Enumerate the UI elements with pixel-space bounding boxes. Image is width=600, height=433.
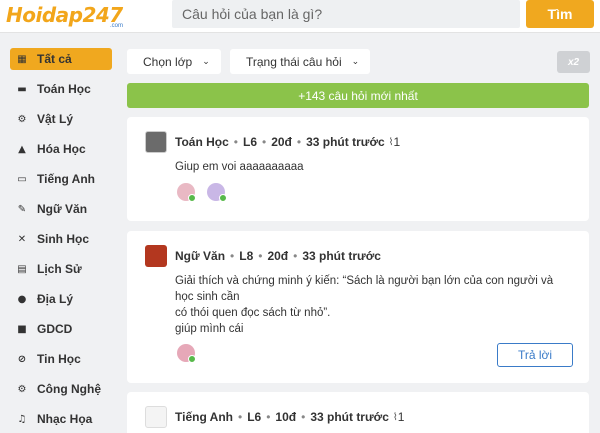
question-time: 33 phút trước xyxy=(306,135,385,149)
sidebar-item-label: Công Nghệ xyxy=(37,382,101,396)
sidebar-item-label: GDCD xyxy=(37,322,73,336)
sidebar-item-informatics[interactable]: ⊘ Tin Học xyxy=(10,348,112,370)
sidebar-item-technology[interactable]: ⚙ Công Nghệ xyxy=(10,378,112,400)
technology-icon: ⚙ xyxy=(17,383,27,395)
dna-icon: ✕ xyxy=(17,233,27,245)
sidebar-item-civics[interactable]: ■ GDCD xyxy=(10,318,112,340)
sidebar-item-physics[interactable]: ⚙ Vật Lý xyxy=(10,108,112,130)
sidebar-item-geography[interactable]: ● Địa Lý xyxy=(10,288,112,310)
history-icon: ▤ xyxy=(17,263,27,275)
class-filter-dropdown[interactable]: Chọn lớp ⌄ xyxy=(127,49,221,74)
question-grade: L6 xyxy=(242,135,257,149)
question-grade: L8 xyxy=(239,249,254,263)
sidebar-item-label: Lịch Sử xyxy=(37,262,82,276)
sidebar-item-label: Ngữ Văn xyxy=(37,202,88,216)
computer-icon: ⊘ xyxy=(17,353,27,365)
chevron-down-icon: ⌄ xyxy=(202,56,210,67)
sidebar-item-label: Nhạc Họa xyxy=(37,412,93,426)
avatar[interactable] xyxy=(145,406,167,428)
globe-icon: ● xyxy=(17,293,27,305)
english-icon: ▭ xyxy=(17,173,27,185)
sidebar-item-history[interactable]: ▤ Lịch Sử xyxy=(10,258,112,280)
sidebar-item-label: Tin Học xyxy=(37,352,81,366)
site-logo[interactable]: Hoidap247 .com xyxy=(6,2,123,32)
question-text: Giải thích và chứng minh ý kiến: “Sách l… xyxy=(175,275,554,335)
sidebar-item-label: Tất cả xyxy=(37,52,72,66)
question-subject[interactable]: Tiếng Anh xyxy=(175,410,233,424)
question-time: 33 phút trước xyxy=(302,249,381,263)
question-header: Toán Học • L6 • 20đ • 33 phút trước ⌇ 1 xyxy=(145,131,400,153)
literature-icon: ✎ xyxy=(17,203,27,215)
sidebar-item-math[interactable]: ▬ Toán Học xyxy=(10,78,112,100)
check-icon xyxy=(188,194,196,202)
sidebar-item-biology[interactable]: ✕ Sinh Học xyxy=(10,228,112,250)
question-subject[interactable]: Toán Học xyxy=(175,135,229,149)
chevron-down-icon: ⌄ xyxy=(351,56,360,67)
question-card[interactable]: Toán Học • L6 • 20đ • 33 phút trước ⌇ 1 … xyxy=(127,117,589,221)
attachment-count: 1 xyxy=(397,410,405,424)
sidebar-item-label: Vật Lý xyxy=(37,112,74,126)
chemistry-icon: ▲ xyxy=(18,143,26,155)
sidebar-item-chemistry[interactable]: ▲ Hóa Học xyxy=(10,138,112,160)
search-box xyxy=(172,0,520,28)
civics-icon: ■ xyxy=(17,323,27,335)
question-time: 33 phút trước xyxy=(310,410,389,424)
question-grade: L6 xyxy=(247,410,262,424)
question-header: Ngữ Văn • L8 • 20đ • 33 phút trước xyxy=(145,245,381,267)
sidebar-item-label: Sinh Học xyxy=(37,232,90,246)
music-icon: ♫ xyxy=(17,413,27,425)
sidebar-item-label: Tiếng Anh xyxy=(37,172,95,186)
check-icon xyxy=(188,355,196,363)
new-questions-banner[interactable]: +143 câu hỏi mới nhất xyxy=(127,83,589,108)
search-input[interactable] xyxy=(172,0,520,28)
status-filter-dropdown[interactable]: Trạng thái câu hỏi ⌄ xyxy=(230,49,370,74)
check-icon xyxy=(219,194,227,202)
question-points: 20đ xyxy=(271,135,292,149)
sidebar-item-music[interactable]: ♫ Nhạc Họa xyxy=(10,408,112,430)
reply-button[interactable]: Trả lời xyxy=(497,343,573,367)
avatar[interactable] xyxy=(145,245,167,267)
x2-button[interactable]: x2 xyxy=(557,51,590,73)
attachment-count: 1 xyxy=(393,135,401,149)
sidebar-item-all[interactable]: ▦ Tất cả xyxy=(10,48,112,70)
search-button[interactable]: Tìm xyxy=(526,0,594,28)
avatar[interactable] xyxy=(145,131,167,153)
question-points: 20đ xyxy=(267,249,289,263)
subject-sidebar: ▦ Tất cả ▬ Toán Học ⚙ Vật Lý ▲ Hóa Học ▭… xyxy=(10,48,112,433)
grid-icon: ▦ xyxy=(17,53,27,65)
math-icon: ▬ xyxy=(17,83,27,95)
logo-domain: .com xyxy=(110,23,124,29)
sidebar-item-literature[interactable]: ✎ Ngữ Văn xyxy=(10,198,112,220)
question-card[interactable]: Tiếng Anh • L6 • 10đ • 33 phút trước ⌇ 1 xyxy=(127,392,589,433)
sidebar-item-label: Địa Lý xyxy=(37,292,74,306)
top-header: Hoidap247 .com Tìm xyxy=(0,0,600,33)
question-text: Giup em voi aaaaaaaaaa xyxy=(175,161,304,173)
question-header: Tiếng Anh • L6 • 10đ • 33 phút trước ⌇ 1 xyxy=(145,406,404,428)
class-filter-label: Chọn lớp xyxy=(143,54,193,69)
question-points: 10đ xyxy=(275,410,297,424)
physics-icon: ⚙ xyxy=(17,113,27,125)
status-filter-label: Trạng thái câu hỏi xyxy=(246,54,342,69)
sidebar-item-english[interactable]: ▭ Tiếng Anh xyxy=(10,168,112,190)
sidebar-item-label: Toán Học xyxy=(37,82,91,96)
question-card[interactable]: Ngữ Văn • L8 • 20đ • 33 phút trước Giải … xyxy=(127,231,589,383)
sidebar-item-label: Hóa Học xyxy=(37,142,86,156)
question-subject[interactable]: Ngữ Văn xyxy=(175,249,225,263)
logo-text: Hoidap247 xyxy=(6,3,123,27)
